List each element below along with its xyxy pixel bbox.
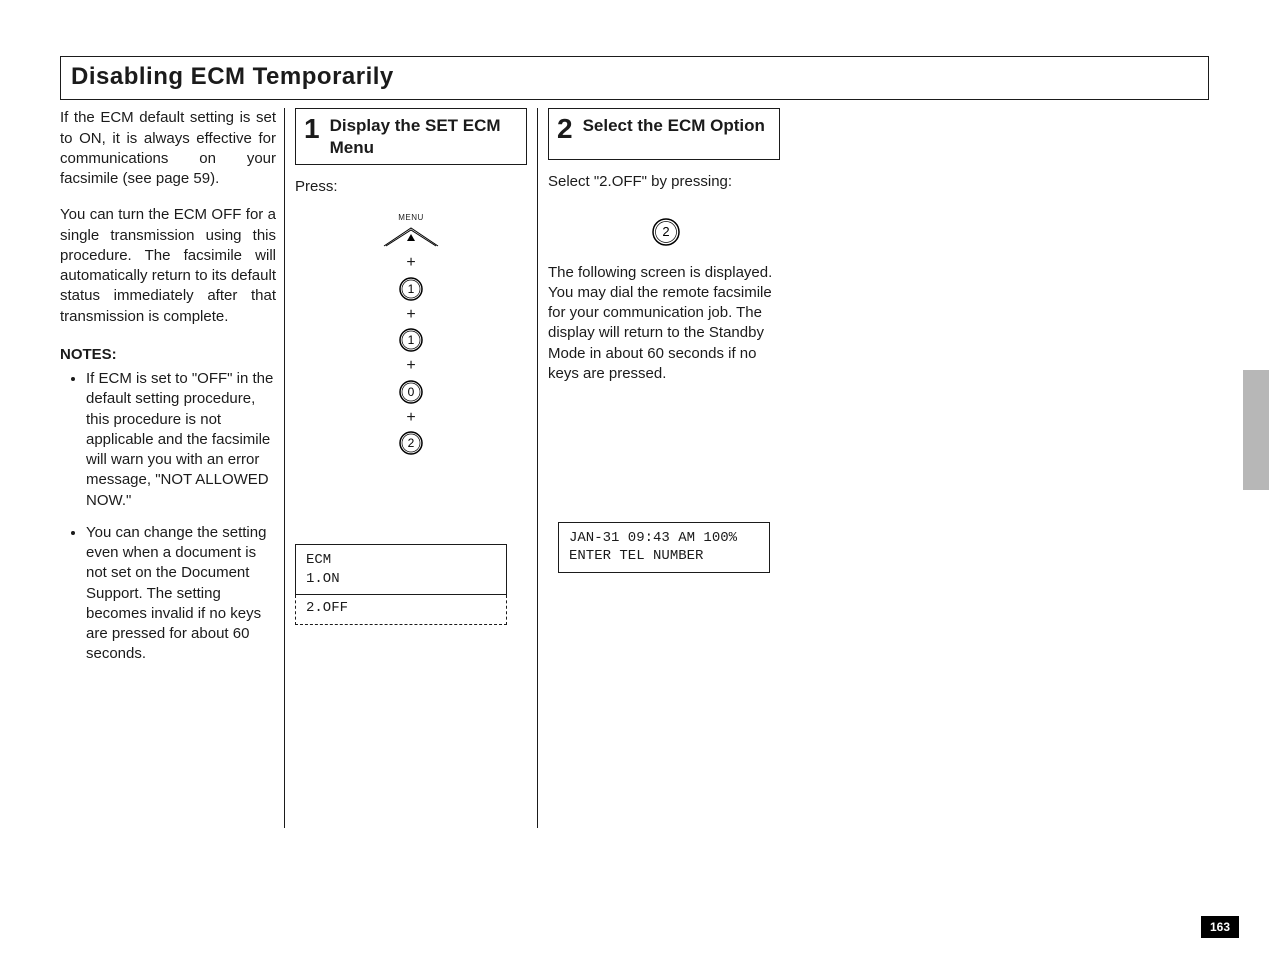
svg-text:1: 1 bbox=[408, 333, 415, 347]
step-1-header: 1 Display the SET ECM Menu bbox=[295, 108, 527, 165]
key-1-icon: 1 bbox=[398, 276, 424, 302]
key-2-select-icon: 2 bbox=[651, 217, 677, 243]
step-2-lcd: JAN-31 09:43 AM 100% ENTER TEL NUMBER bbox=[558, 522, 770, 572]
menu-button-icon: MENU bbox=[380, 213, 442, 250]
svg-text:1: 1 bbox=[408, 282, 415, 296]
notes-item-2: You can change the setting even when a d… bbox=[86, 523, 276, 665]
intro-paragraph-1: If the ECM default setting is set to ON,… bbox=[60, 108, 276, 189]
key-sequence: MENU + 1 + 1 + 0 bbox=[295, 213, 527, 456]
notes-list: If ECM is set to "OFF" in the default se… bbox=[60, 369, 276, 665]
intro-paragraph-2: You can turn the ECM OFF for a single tr… bbox=[60, 205, 276, 327]
plus-icon: + bbox=[406, 407, 415, 429]
step-2-select-label: Select "2.OFF" by pressing: bbox=[548, 172, 780, 192]
step-1-title: Display the SET ECM Menu bbox=[330, 115, 518, 158]
body-row: If the ECM default setting is set to ON,… bbox=[60, 108, 1209, 828]
menu-button-label: MENU bbox=[398, 213, 424, 222]
step-1-press-label: Press: bbox=[295, 177, 527, 197]
notes-heading: NOTES: bbox=[60, 345, 276, 365]
step-2-number: 2 bbox=[557, 115, 573, 143]
section-title-bar: Disabling ECM Temporarily bbox=[60, 56, 1209, 100]
key-1b-icon: 1 bbox=[398, 327, 424, 353]
step-2-result-text: The following screen is displayed. You m… bbox=[548, 263, 780, 385]
key-2-icon: 2 bbox=[398, 430, 424, 456]
notes-item-1: If ECM is set to "OFF" in the default se… bbox=[86, 369, 276, 511]
plus-icon: + bbox=[406, 252, 415, 274]
svg-text:2: 2 bbox=[662, 224, 669, 239]
step-1-number: 1 bbox=[304, 115, 320, 143]
step-1-column: 1 Display the SET ECM Menu Press: MENU +… bbox=[284, 108, 537, 828]
section-title: Disabling ECM Temporarily bbox=[71, 61, 1198, 93]
plus-icon: + bbox=[406, 304, 415, 326]
step-1-lcd: ECM 1.ON bbox=[295, 544, 507, 594]
step-2-header: 2 Select the ECM Option bbox=[548, 108, 780, 160]
key-0-icon: 0 bbox=[398, 379, 424, 405]
step-1-lcd-extra: 2.OFF bbox=[295, 595, 507, 625]
svg-text:2: 2 bbox=[408, 436, 415, 450]
step-2-column: 2 Select the ECM Option Select "2.OFF" b… bbox=[537, 108, 790, 828]
step-2-key-row: 2 bbox=[548, 217, 780, 243]
manual-page: Disabling ECM Temporarily If the ECM def… bbox=[0, 0, 1269, 954]
svg-text:0: 0 bbox=[408, 385, 415, 399]
page-number-badge: 163 bbox=[1201, 916, 1239, 938]
side-grey-tab bbox=[1243, 370, 1269, 490]
plus-icon: + bbox=[406, 355, 415, 377]
step-2-title: Select the ECM Option bbox=[583, 115, 765, 136]
intro-column: If the ECM default setting is set to ON,… bbox=[60, 108, 284, 828]
